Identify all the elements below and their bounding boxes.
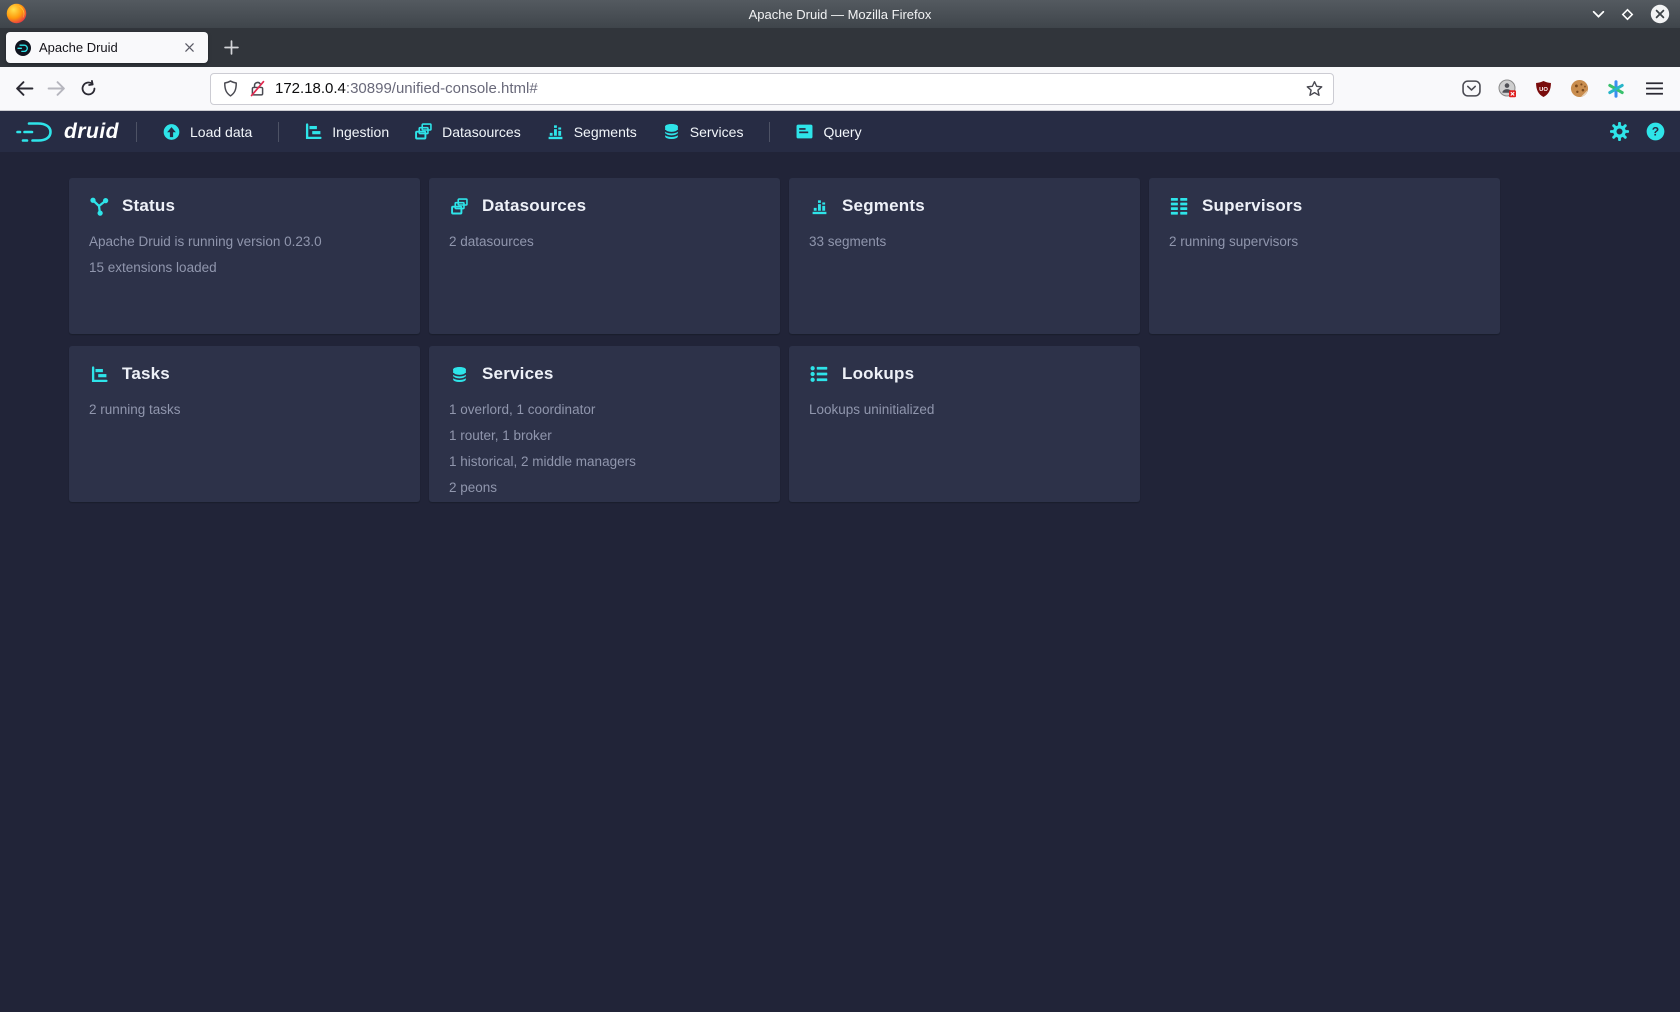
gantt-icon bbox=[89, 364, 109, 384]
window-controls bbox=[1592, 0, 1670, 28]
insecure-lock-icon[interactable] bbox=[248, 80, 266, 98]
tab-title: Apache Druid bbox=[39, 40, 171, 55]
card-title: Services bbox=[482, 364, 554, 384]
spark-icon[interactable] bbox=[1606, 79, 1625, 98]
window-titlebar: Apache Druid — Mozilla Firefox bbox=[0, 0, 1680, 28]
card-line: 1 historical, 2 middle managers bbox=[449, 449, 760, 475]
card-line: 1 router, 1 broker bbox=[449, 423, 760, 449]
url-bar[interactable]: 172.18.0.4:30899/unified-console.html# bbox=[210, 73, 1334, 105]
properties-icon bbox=[809, 364, 829, 384]
database-icon bbox=[663, 123, 680, 140]
hamburger-menu-icon[interactable] bbox=[1642, 77, 1666, 101]
navbar-items: Load data Ingestion Datasources Segments… bbox=[123, 111, 875, 152]
nav-item-label: Datasources bbox=[442, 124, 521, 140]
browser-toolbar: 172.18.0.4:30899/unified-console.html# U… bbox=[0, 67, 1680, 111]
tab-apache-druid[interactable]: Apache Druid bbox=[6, 32, 208, 63]
nav-item-label: Load data bbox=[190, 124, 252, 140]
card-line: 2 datasources bbox=[449, 229, 760, 255]
graph-icon bbox=[89, 196, 109, 216]
window-maximize-button[interactable] bbox=[1621, 8, 1634, 21]
upload-icon bbox=[163, 123, 180, 140]
druid-brand-text: druid bbox=[64, 120, 123, 144]
tab-close-icon[interactable] bbox=[179, 38, 199, 58]
ublock-origin-icon[interactable]: UO bbox=[1534, 79, 1553, 98]
nav-item-ingestion[interactable]: Ingestion bbox=[292, 111, 402, 152]
card-line: 1 overlord, 1 coordinator bbox=[449, 397, 760, 423]
card-line: 2 running supervisors bbox=[1169, 229, 1480, 255]
toolbar-extensions: UO bbox=[1462, 77, 1672, 101]
tracking-shield-icon[interactable] bbox=[221, 80, 239, 98]
card-line: Lookups uninitialized bbox=[809, 397, 1120, 423]
forward-button[interactable] bbox=[40, 73, 72, 105]
bookmark-star-icon[interactable] bbox=[1305, 80, 1323, 98]
nav-item-label: Services bbox=[690, 124, 744, 140]
back-button[interactable] bbox=[8, 73, 40, 105]
card-services[interactable]: Services 1 overlord, 1 coordinator1 rout… bbox=[429, 346, 780, 502]
list-columns-icon bbox=[1169, 196, 1189, 216]
card-tasks[interactable]: Tasks 2 running tasks bbox=[69, 346, 420, 502]
card-line: 2 running tasks bbox=[89, 397, 400, 423]
nav-item-label: Segments bbox=[574, 124, 637, 140]
nav-item-services[interactable]: Services bbox=[650, 111, 757, 152]
card-line: 33 segments bbox=[809, 229, 1120, 255]
druid-brand[interactable]: druid bbox=[15, 118, 123, 146]
navbar-divider bbox=[136, 122, 137, 142]
druid-logo-icon bbox=[15, 118, 57, 146]
profile-extension-icon[interactable] bbox=[1498, 79, 1517, 98]
tab-strip: Apache Druid bbox=[0, 28, 1680, 67]
cookie-icon[interactable] bbox=[1570, 79, 1589, 98]
card-supervisors[interactable]: Supervisors 2 running supervisors bbox=[1149, 178, 1500, 334]
card-lookups[interactable]: Lookups Lookups uninitialized bbox=[789, 346, 1140, 502]
console-icon bbox=[796, 123, 813, 140]
card-title: Supervisors bbox=[1202, 196, 1302, 216]
stacked-chart-icon bbox=[547, 123, 564, 140]
settings-gear-icon[interactable] bbox=[1609, 122, 1629, 142]
svg-text:UO: UO bbox=[1539, 86, 1548, 92]
card-title: Status bbox=[122, 196, 175, 216]
druid-favicon-icon bbox=[15, 40, 31, 56]
firefox-logo-icon bbox=[6, 3, 27, 24]
url-host: 172.18.0.4 bbox=[275, 80, 346, 97]
card-datasources[interactable]: Datasources 2 datasources bbox=[429, 178, 780, 334]
card-title: Lookups bbox=[842, 364, 914, 384]
console-home: Status Apache Druid is running version 0… bbox=[0, 152, 1680, 502]
window-title: Apache Druid — Mozilla Firefox bbox=[749, 7, 932, 22]
help-icon[interactable]: ? bbox=[1645, 122, 1665, 142]
status-cards-grid: Status Apache Druid is running version 0… bbox=[69, 178, 1680, 502]
multi-select-icon bbox=[449, 196, 469, 216]
card-title: Datasources bbox=[482, 196, 586, 216]
stacked-chart-icon bbox=[809, 196, 829, 216]
card-title: Segments bbox=[842, 196, 925, 216]
nav-item-label: Ingestion bbox=[332, 124, 389, 140]
navbar-divider bbox=[769, 122, 770, 142]
nav-item-label: Query bbox=[823, 124, 861, 140]
card-segments[interactable]: Segments 33 segments bbox=[789, 178, 1140, 334]
gantt-icon bbox=[305, 123, 322, 140]
svg-text:?: ? bbox=[1651, 125, 1658, 139]
nav-item-load-data[interactable]: Load data bbox=[150, 111, 265, 152]
window-close-button[interactable] bbox=[1650, 4, 1670, 24]
window-minimize-button[interactable] bbox=[1592, 10, 1605, 19]
nav-item-segments[interactable]: Segments bbox=[534, 111, 650, 152]
card-line: 15 extensions loaded bbox=[89, 255, 400, 281]
nav-item-datasources[interactable]: Datasources bbox=[402, 111, 534, 152]
new-tab-button[interactable] bbox=[216, 33, 246, 63]
navbar-divider bbox=[278, 122, 279, 142]
card-line: 2 peons bbox=[449, 475, 760, 501]
reload-button[interactable] bbox=[72, 73, 104, 105]
extension-icons: UO bbox=[1462, 79, 1625, 98]
card-line: Apache Druid is running version 0.23.0 bbox=[89, 229, 400, 255]
card-title: Tasks bbox=[122, 364, 170, 384]
multi-select-icon bbox=[415, 123, 432, 140]
navbar-right: ? bbox=[1609, 122, 1665, 142]
pocket-icon[interactable] bbox=[1462, 79, 1481, 98]
database-icon bbox=[449, 364, 469, 384]
druid-navbar: druid Load data Ingestion Datasources Se… bbox=[0, 111, 1680, 152]
card-status[interactable]: Status Apache Druid is running version 0… bbox=[69, 178, 420, 334]
nav-item-query[interactable]: Query bbox=[783, 111, 874, 152]
url-text: 172.18.0.4:30899/unified-console.html# bbox=[275, 80, 1296, 97]
url-path: :30899/unified-console.html# bbox=[346, 80, 538, 97]
